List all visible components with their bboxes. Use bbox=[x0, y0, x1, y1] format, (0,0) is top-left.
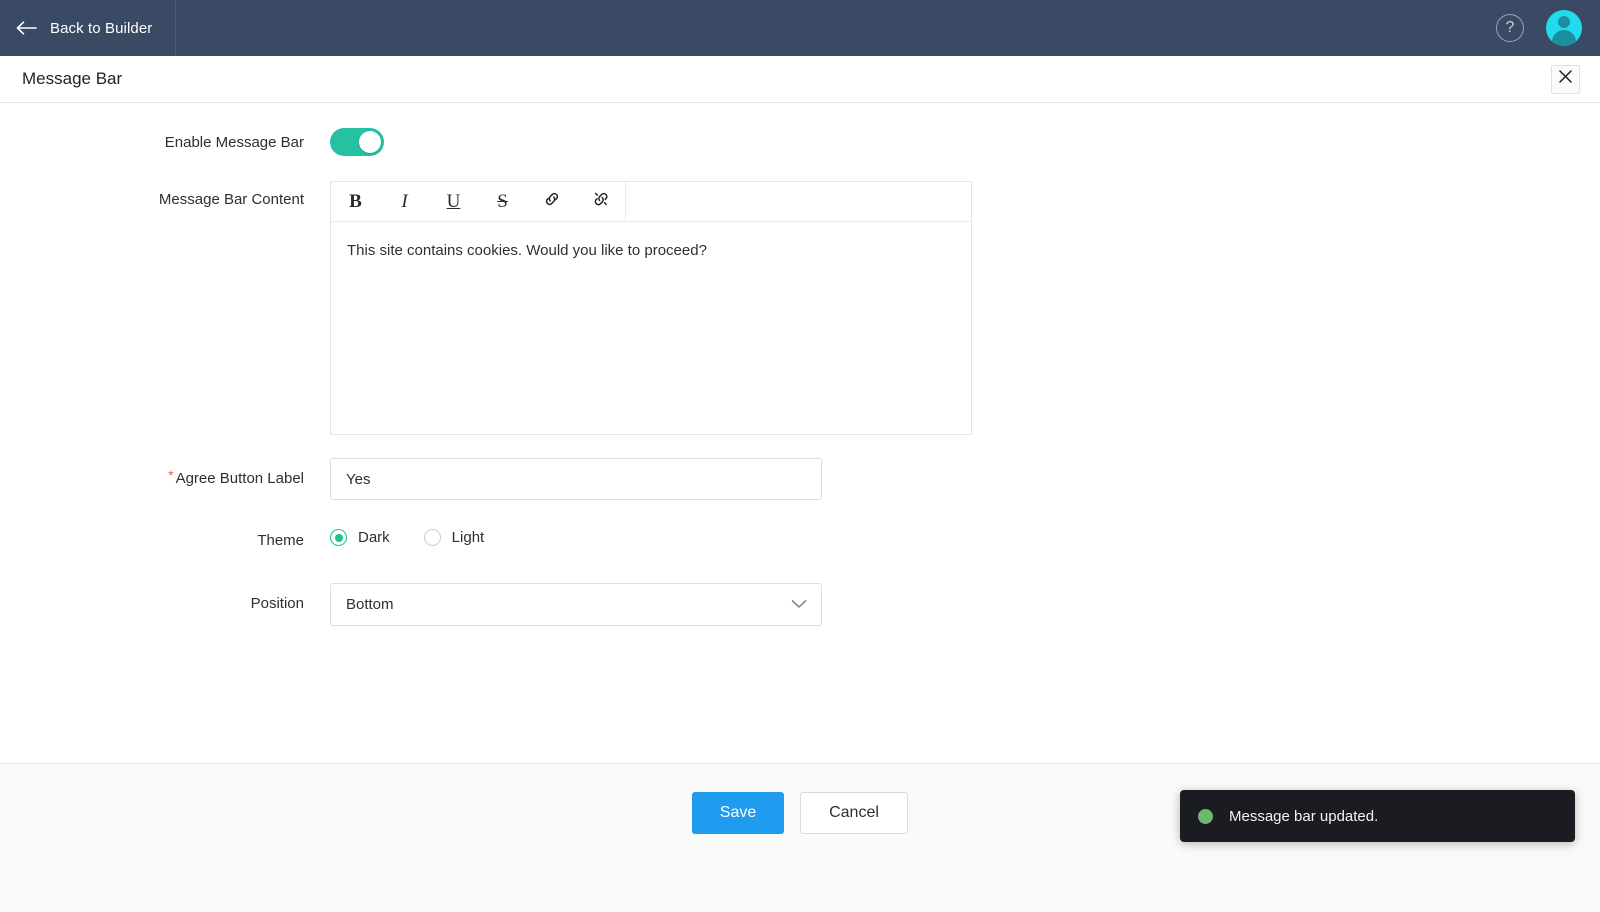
message-bar-content-label: Message Bar Content bbox=[158, 191, 304, 208]
toolbar-divider bbox=[625, 182, 626, 221]
back-to-builder-label: Back to Builder bbox=[50, 19, 153, 37]
field-enable-message-bar: Enable Message Bar bbox=[0, 128, 384, 156]
underline-glyph: U bbox=[446, 190, 461, 212]
radio-dot-light bbox=[423, 529, 441, 546]
unlink-button[interactable] bbox=[576, 182, 625, 221]
italic-button[interactable]: I bbox=[380, 182, 429, 221]
link-icon bbox=[542, 189, 562, 214]
strikethrough-glyph: S bbox=[497, 190, 508, 212]
toast-notification: Message bar updated. bbox=[1180, 790, 1575, 842]
radio-dot-dark bbox=[330, 529, 347, 546]
agree-button-label-label: * Agree Button Label bbox=[0, 458, 330, 488]
position-select-value: Bottom bbox=[346, 596, 394, 613]
avatar-body-shape bbox=[1552, 30, 1576, 46]
field-theme: Theme Dark Light bbox=[0, 528, 484, 550]
italic-glyph: I bbox=[401, 190, 408, 212]
field-position: Position Bottom bbox=[0, 583, 822, 626]
underline-button[interactable]: U bbox=[429, 182, 478, 221]
toast-message: Message bar updated. bbox=[1229, 807, 1379, 825]
panel-title-bar: Message Bar bbox=[0, 56, 1600, 103]
position-label: Position bbox=[250, 595, 304, 612]
page-title: Message Bar bbox=[22, 69, 123, 88]
required-asterisk: * bbox=[168, 467, 174, 483]
unlink-icon bbox=[591, 189, 611, 214]
enable-message-bar-label: Enable Message Bar bbox=[164, 134, 304, 151]
help-circle-icon[interactable]: ? bbox=[1496, 14, 1524, 42]
strikethrough-button[interactable]: S bbox=[478, 182, 527, 221]
arrow-left-icon bbox=[16, 20, 38, 36]
user-avatar-icon[interactable] bbox=[1546, 10, 1582, 46]
theme-radio-dark[interactable]: Dark bbox=[330, 529, 390, 546]
field-agree-button-label: * Agree Button Label Yes bbox=[0, 458, 822, 500]
avatar-head-shape bbox=[1558, 16, 1570, 28]
topbar-right-group: ? bbox=[1496, 10, 1600, 46]
theme-radio-group: Dark Light bbox=[330, 528, 484, 546]
field-message-bar-content: Message Bar Content B I U S This site co… bbox=[0, 181, 972, 435]
help-glyph: ? bbox=[1505, 19, 1515, 36]
position-select[interactable]: Bottom bbox=[330, 583, 822, 626]
status-dot-icon bbox=[1198, 808, 1213, 824]
theme-radio-light[interactable]: Light bbox=[423, 529, 485, 546]
enable-message-bar-toggle[interactable] bbox=[330, 128, 384, 156]
bold-glyph: B bbox=[349, 190, 362, 212]
agree-button-label-input[interactable]: Yes bbox=[330, 458, 822, 500]
theme-label: Theme bbox=[257, 532, 304, 549]
back-to-builder-button[interactable]: Back to Builder bbox=[0, 0, 176, 56]
message-bar-content-textarea[interactable]: This site contains cookies. Would you li… bbox=[331, 222, 971, 434]
toggle-knob bbox=[359, 131, 381, 153]
agree-button-label-text: Agree Button Label bbox=[175, 470, 304, 487]
theme-radio-dark-label: Dark bbox=[358, 529, 390, 546]
top-navigation-bar: Back to Builder ? bbox=[0, 0, 1600, 56]
link-button[interactable] bbox=[527, 182, 576, 221]
message-bar-settings-page: Back to Builder ? Message Bar Enable Mes… bbox=[0, 0, 1600, 912]
rich-text-editor: B I U S This site contains cookies. Woul… bbox=[330, 181, 972, 435]
chevron-down-icon bbox=[791, 596, 807, 613]
agree-button-label-value: Yes bbox=[346, 470, 371, 488]
save-button[interactable]: Save bbox=[692, 792, 784, 834]
close-icon bbox=[1559, 70, 1572, 88]
settings-form: Enable Message Bar Message Bar Content B… bbox=[0, 103, 1600, 763]
theme-radio-light-label: Light bbox=[451, 529, 485, 546]
editor-toolbar: B I U S bbox=[331, 182, 971, 222]
close-button[interactable] bbox=[1551, 64, 1580, 94]
bold-button[interactable]: B bbox=[331, 182, 380, 221]
cancel-button[interactable]: Cancel bbox=[800, 792, 908, 834]
